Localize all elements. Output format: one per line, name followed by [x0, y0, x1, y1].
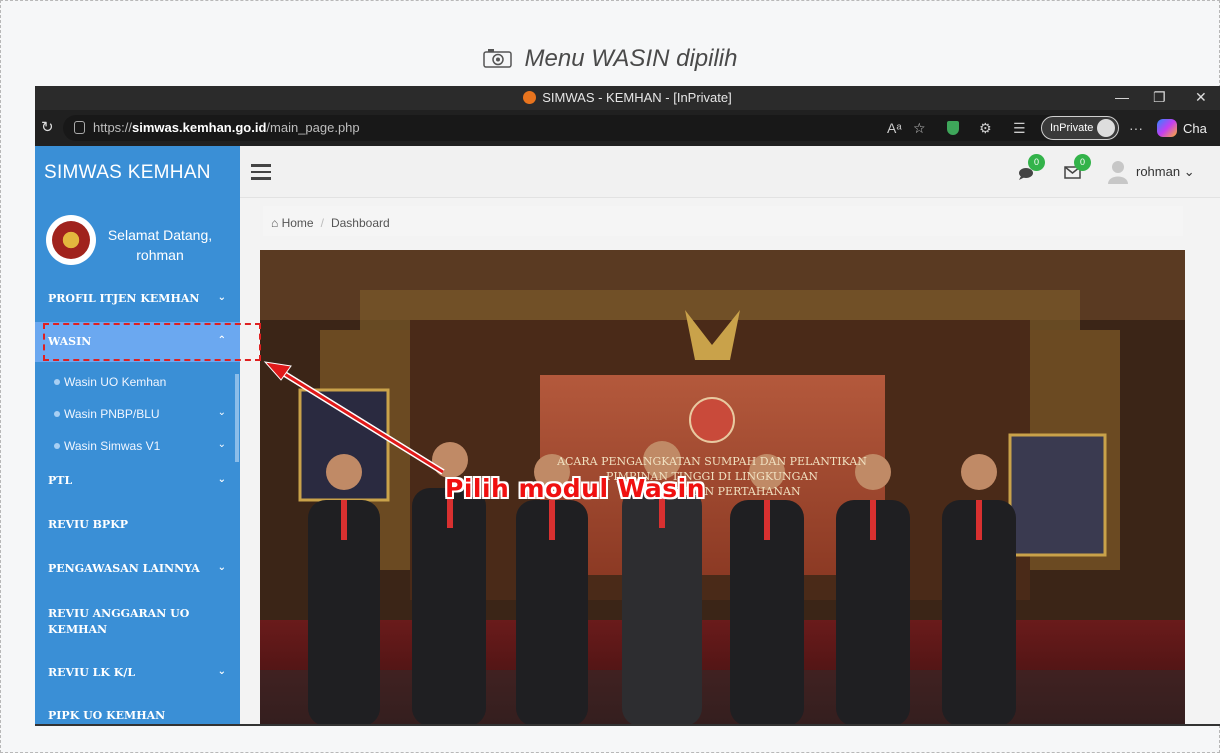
annotation-arrow-icon	[263, 361, 445, 475]
browser-screenshot: SIMWAS - KEMHAN - [InPrivate] — ❐ ✕ ↻ ht…	[35, 86, 1220, 726]
annotation-label: Pilih modul Wasin	[445, 474, 706, 503]
caption-text: Menu WASIN dipilih	[524, 45, 738, 72]
caption: Menu WASIN dipilih	[1, 45, 1219, 73]
camera-icon	[482, 49, 512, 68]
